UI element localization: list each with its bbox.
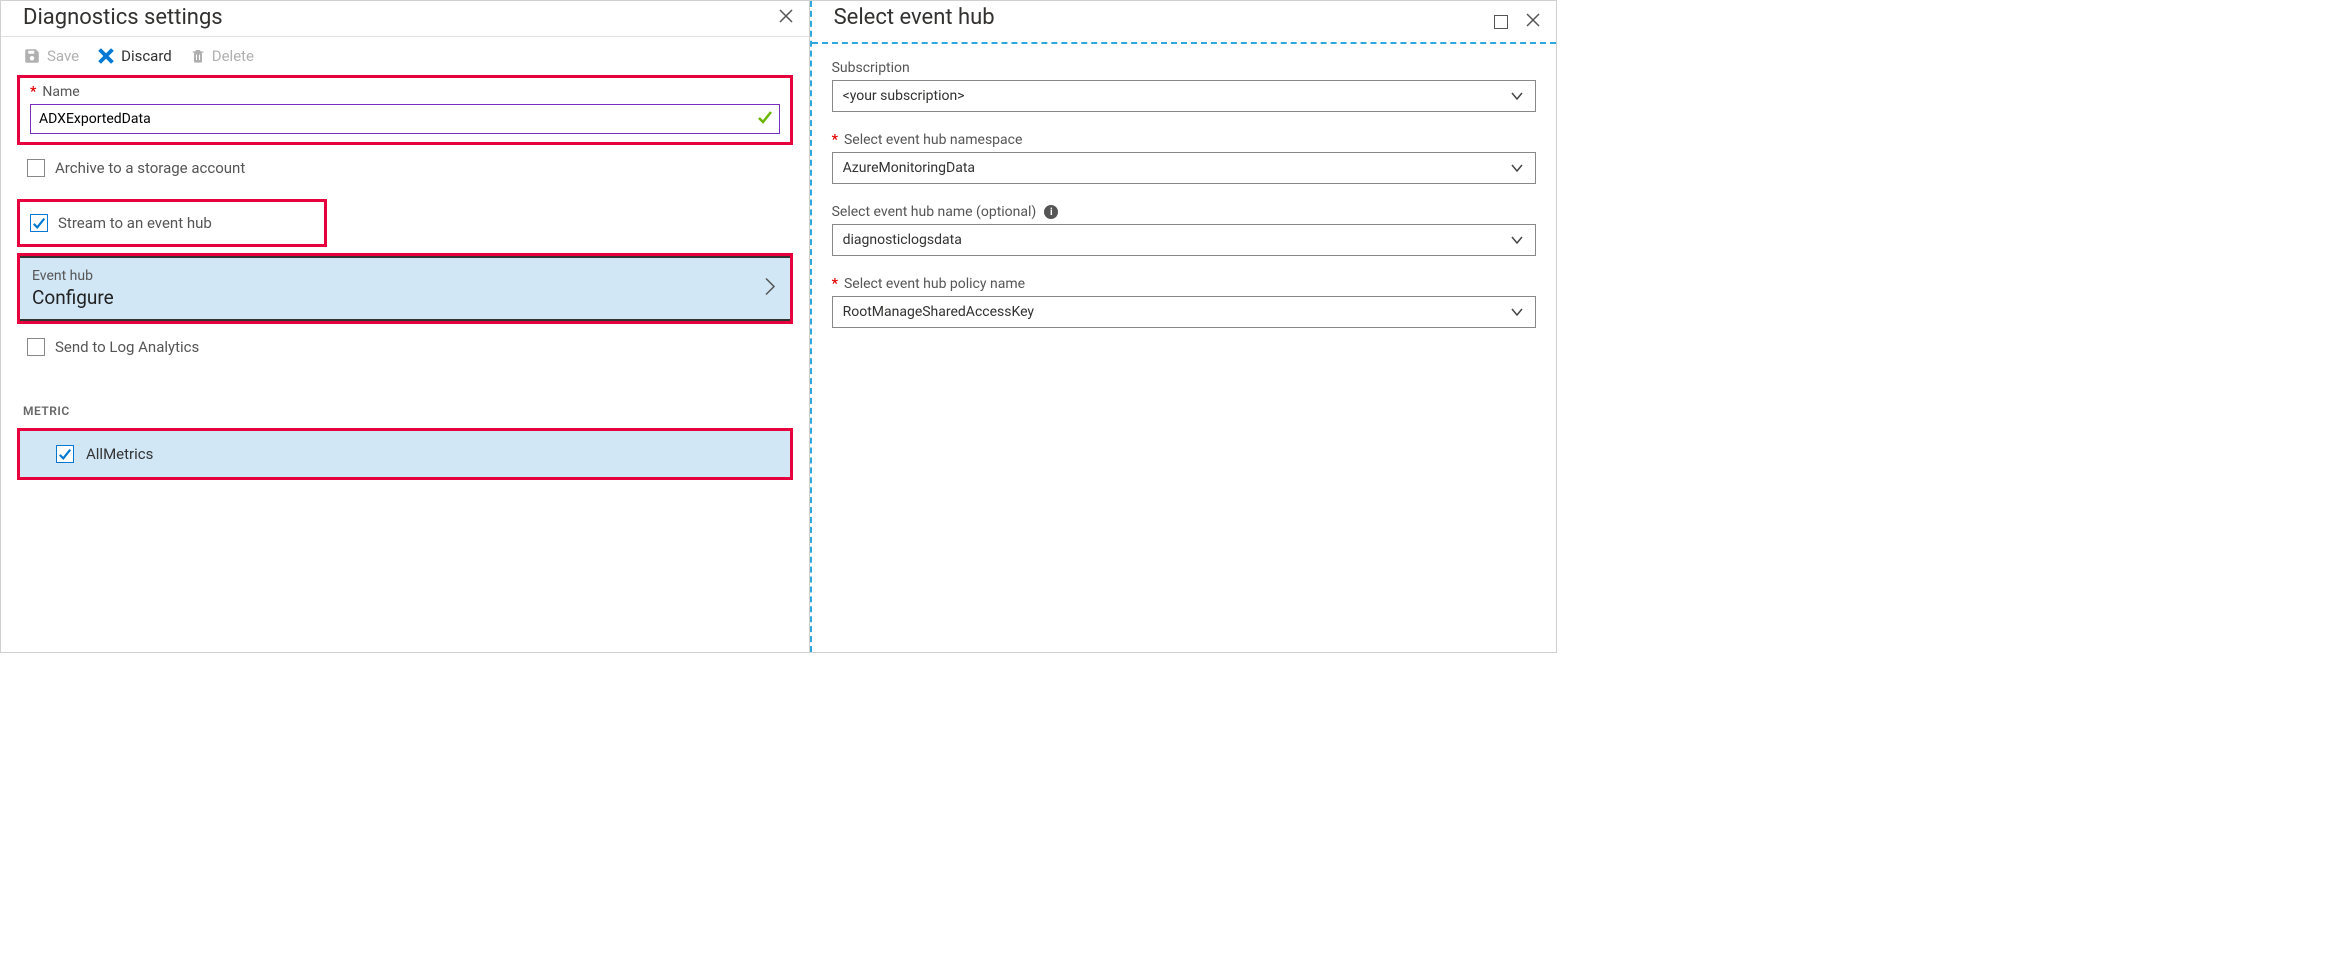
diagnostics-panel: Diagnostics settings Save Discard Delete [1, 1, 810, 652]
info-icon[interactable]: i [1044, 205, 1058, 219]
delete-icon [190, 47, 206, 65]
name-label: * Name [30, 84, 780, 100]
save-button[interactable]: Save [23, 47, 79, 65]
delete-button[interactable]: Delete [190, 47, 254, 65]
subscription-value: <your subscription> [843, 88, 965, 104]
log-analytics-row[interactable]: Send to Log Analytics [17, 330, 793, 364]
hubname-field: Select event hub name (optional) i diagn… [832, 204, 1536, 256]
archive-checkbox-row[interactable]: Archive to a storage account [17, 151, 793, 185]
event-hub-small-label: Event hub [32, 268, 778, 284]
delete-label: Delete [212, 47, 254, 65]
discard-label: Discard [121, 47, 172, 65]
stream-highlight: Stream to an event hub [17, 199, 327, 247]
name-input[interactable] [37, 110, 749, 128]
discard-icon [97, 47, 115, 65]
event-hub-configure[interactable]: Event hub Configure [20, 256, 790, 321]
event-hub-highlight: Event hub Configure [17, 253, 793, 324]
subscription-field: Subscription <your subscription> [832, 60, 1536, 112]
save-icon [23, 47, 41, 65]
archive-checkbox[interactable] [27, 159, 45, 177]
subscription-label: Subscription [832, 60, 1536, 76]
discard-button[interactable]: Discard [97, 47, 172, 65]
restore-icon[interactable] [1494, 15, 1508, 29]
required-star: * [832, 276, 838, 292]
chevron-down-icon [1509, 88, 1525, 104]
policy-label: * Select event hub policy name [832, 276, 1536, 292]
select-event-hub-panel: Select event hub Subscription <your subs… [810, 1, 1556, 652]
name-input-wrap[interactable] [30, 104, 780, 134]
right-header: Select event hub [812, 1, 1556, 44]
metric-highlight: AllMetrics [17, 428, 793, 480]
namespace-field: * Select event hub namespace AzureMonito… [832, 132, 1536, 184]
event-hub-big-label: Configure [32, 286, 778, 309]
stream-checkbox[interactable] [30, 214, 48, 232]
close-icon[interactable] [775, 5, 797, 30]
chevron-down-icon [1509, 304, 1525, 320]
chevron-down-icon [1509, 232, 1525, 248]
left-title: Diagnostics settings [23, 5, 223, 30]
hubname-select[interactable]: diagnosticlogsdata [832, 224, 1536, 256]
log-analytics-label: Send to Log Analytics [55, 338, 199, 356]
subscription-select[interactable]: <your subscription> [832, 80, 1536, 112]
name-field-highlight: * Name [17, 75, 793, 145]
namespace-value: AzureMonitoringData [843, 160, 975, 176]
policy-value: RootManageSharedAccessKey [843, 304, 1034, 320]
metric-heading: METRIC [23, 404, 793, 418]
chevron-down-icon [1509, 160, 1525, 176]
hubname-label: Select event hub name (optional) i [832, 204, 1536, 220]
toolbar: Save Discard Delete [1, 37, 809, 75]
valid-check-icon [757, 109, 773, 129]
log-analytics-checkbox[interactable] [27, 338, 45, 356]
left-header: Diagnostics settings [1, 1, 809, 37]
all-metrics-row[interactable]: AllMetrics [20, 431, 790, 477]
save-label: Save [47, 47, 79, 65]
stream-checkbox-row[interactable]: Stream to an event hub [30, 214, 314, 232]
chevron-right-icon [764, 276, 776, 301]
all-metrics-label: AllMetrics [86, 445, 153, 463]
close-icon[interactable] [1522, 9, 1544, 34]
policy-select[interactable]: RootManageSharedAccessKey [832, 296, 1536, 328]
required-star: * [30, 84, 36, 100]
namespace-select[interactable]: AzureMonitoringData [832, 152, 1536, 184]
stream-label: Stream to an event hub [58, 214, 212, 232]
archive-label: Archive to a storage account [55, 159, 245, 177]
required-star: * [832, 132, 838, 148]
hubname-value: diagnosticlogsdata [843, 232, 962, 248]
namespace-label: * Select event hub namespace [832, 132, 1536, 148]
right-title: Select event hub [834, 5, 995, 30]
policy-field: * Select event hub policy name RootManag… [832, 276, 1536, 328]
all-metrics-checkbox[interactable] [56, 445, 74, 463]
